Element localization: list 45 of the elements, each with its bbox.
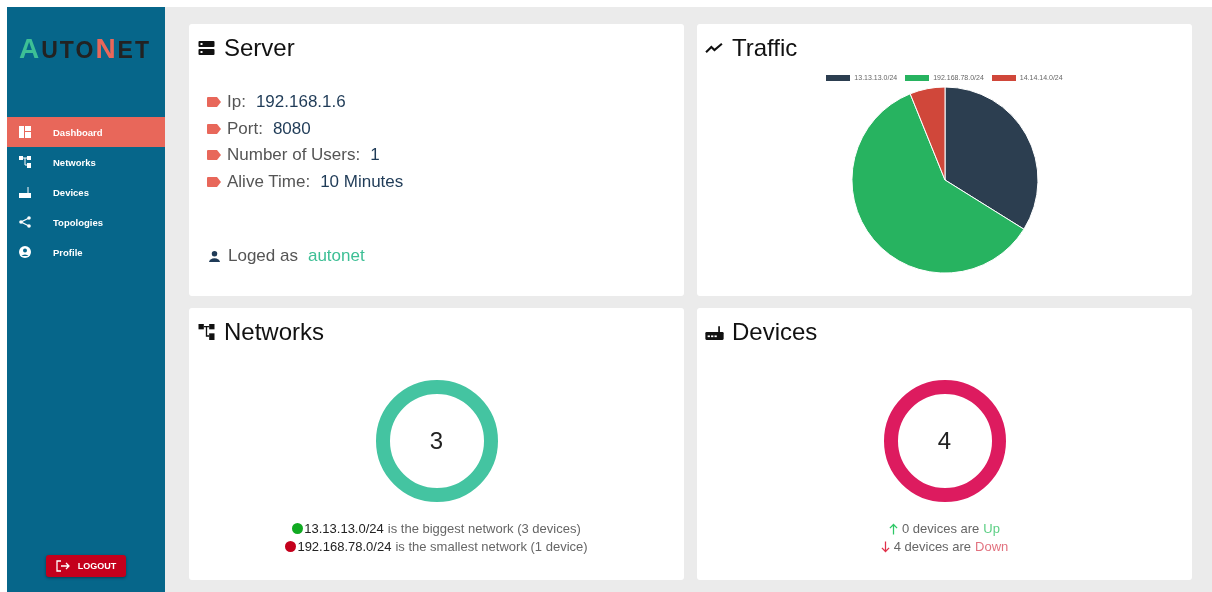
card-title: Devices (732, 318, 818, 346)
network-icon (197, 324, 216, 340)
router-icon (705, 324, 724, 340)
tag-icon (207, 123, 221, 134)
network-icon (19, 156, 31, 168)
server-icon (197, 40, 216, 56)
logout-icon (55, 560, 70, 572)
field-label: Alive Time: (227, 171, 311, 192)
tag-icon (207, 97, 221, 108)
nav-item[interactable]: Topologies (7, 207, 165, 237)
tag-icon (207, 176, 221, 187)
field-label: Number of Users: (227, 145, 361, 166)
person-icon (209, 250, 220, 262)
device-status: Down (975, 539, 1009, 554)
trend-icon (705, 40, 724, 56)
field-label: Ip: (227, 92, 246, 113)
dashboard-icon (19, 126, 31, 138)
network-name: 13.13.13.0/24 (304, 521, 384, 536)
router-icon (19, 186, 31, 198)
field-value: 8080 (272, 118, 311, 139)
share-icon (19, 216, 31, 228)
device-status: Up (983, 521, 1000, 536)
nav-item[interactable]: Networks (7, 147, 165, 177)
count-ring: 3 (375, 379, 498, 502)
field-value: 192.168.1.6 (255, 92, 346, 113)
field-value: 1 (370, 145, 380, 166)
device-count: 4 devices are (893, 539, 972, 554)
tag-icon (207, 150, 221, 161)
nav-item[interactable]: Dashboard (7, 117, 165, 147)
card-title: Networks (224, 318, 325, 346)
network-summary: is the biggest network (3 devices) (387, 521, 581, 536)
nav-item[interactable]: Profile (7, 237, 165, 267)
card-title: Traffic (732, 34, 798, 62)
logged-label: Loged as (228, 246, 298, 266)
field-value: 10 Minutes (320, 171, 404, 192)
network-summary: is the smallest network (1 device) (395, 539, 588, 554)
field-label: Port: (227, 118, 263, 139)
card-title: Server (224, 34, 295, 62)
network-name: 192.168.78.0/24 (297, 539, 392, 554)
nav-item[interactable]: Devices (7, 177, 165, 207)
device-count: 0 devices are (902, 521, 980, 536)
logout-button[interactable]: LOGOUT (45, 555, 127, 577)
user-icon (19, 246, 31, 258)
count-ring: 4 (883, 379, 1006, 502)
logo: AUTON ET (18, 32, 152, 66)
